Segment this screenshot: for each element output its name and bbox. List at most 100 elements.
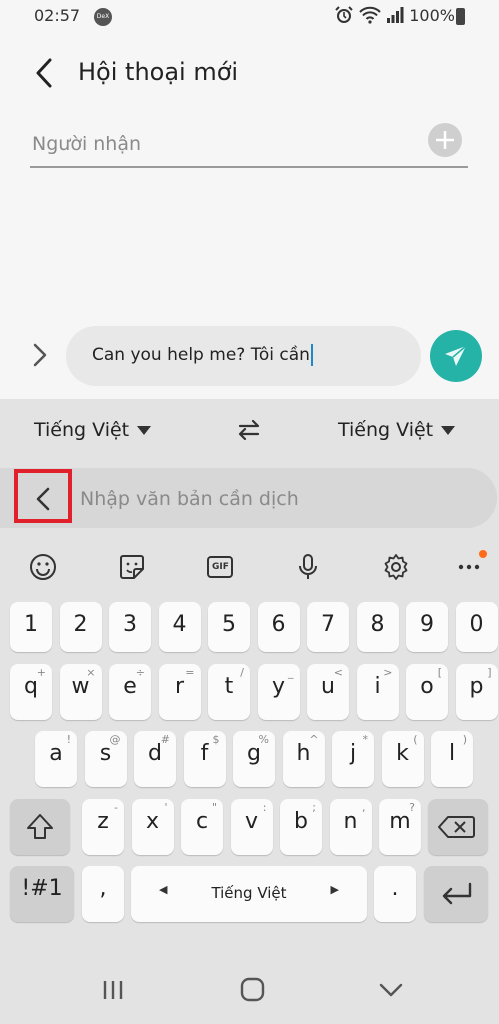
key-s[interactable]: s @ <box>84 731 127 787</box>
key-a[interactable]: a! <box>35 731 77 787</box>
key-label: 8 <box>370 612 385 637</box>
key-hint: _ <box>288 666 294 679</box>
translate-input[interactable] <box>80 483 460 515</box>
key-i[interactable]: i > <box>356 664 399 720</box>
source-language-select[interactable]: Tiếng Việt <box>34 419 152 441</box>
battery-percent: 100% <box>409 6 455 25</box>
key-e[interactable]: e ÷ <box>109 664 151 720</box>
key-5[interactable]: 5 <box>208 602 250 652</box>
key-q[interactable]: q + <box>10 664 52 720</box>
key-3[interactable]: 3 <box>109 602 151 652</box>
sticker-icon[interactable] <box>116 551 148 583</box>
gif-label: GIF <box>212 562 229 572</box>
key-r[interactable]: r = <box>158 664 201 720</box>
comma-key[interactable]: , <box>82 866 124 922</box>
key-c[interactable]: c " <box>181 799 223 855</box>
key-hint: , <box>362 801 366 814</box>
message-text[interactable]: Can you help me? Tôi cần <box>92 344 313 366</box>
shift-key[interactable] <box>10 799 70 855</box>
recipient-input[interactable] <box>32 128 412 160</box>
key-o[interactable]: o[ <box>406 664 448 720</box>
key-label: 0 <box>469 612 484 637</box>
home-button[interactable] <box>238 976 268 1004</box>
symbols-key[interactable]: !#1 <box>10 866 74 922</box>
enter-key[interactable] <box>424 866 488 922</box>
key-hint: # <box>160 733 170 746</box>
key-f[interactable]: f $ <box>183 731 226 787</box>
message-value: Can you help me? Tôi cần <box>92 345 310 365</box>
key-hint: ' <box>164 801 168 814</box>
key-hint: " <box>211 801 217 814</box>
dex-icon: DeX <box>94 8 112 26</box>
key-0[interactable]: 0 <box>455 602 498 652</box>
back-button[interactable] <box>30 56 60 90</box>
target-language-label: Tiếng Việt <box>338 419 434 441</box>
backspace-icon <box>438 816 475 838</box>
key-7[interactable]: 7 <box>307 602 349 652</box>
nav-back-icon <box>379 983 403 997</box>
backspace-key[interactable] <box>428 799 488 855</box>
text-caret <box>310 344 313 366</box>
mic-icon[interactable] <box>292 551 324 583</box>
key-h[interactable]: h ^ <box>282 731 325 787</box>
key-w[interactable]: w × <box>59 664 102 720</box>
recent-apps-button[interactable] <box>98 976 128 1004</box>
dropdown-arrow-icon <box>137 426 152 435</box>
gif-icon[interactable]: GIF <box>204 551 236 583</box>
keyboard-toolbar: GIF <box>0 539 499 595</box>
send-button[interactable] <box>430 330 482 382</box>
target-language-select[interactable]: Tiếng Việt <box>338 419 456 441</box>
expand-options-button[interactable] <box>28 340 52 370</box>
recipient-field[interactable] <box>30 126 468 168</box>
key-hint: $ <box>212 733 220 746</box>
space-key[interactable]: ◀ Tiếng Việt ▶ <box>131 866 367 922</box>
key-j[interactable]: j * <box>332 731 374 787</box>
period-key[interactable]: . <box>374 866 416 922</box>
key-label: 7 <box>321 612 335 637</box>
settings-icon[interactable] <box>380 551 412 583</box>
key-m[interactable]: m? <box>379 799 421 855</box>
key-label: 6 <box>271 612 286 637</box>
key-4[interactable]: 4 <box>158 602 201 652</box>
key-z[interactable]: z- <box>82 799 124 855</box>
swap-languages-button[interactable] <box>236 417 262 443</box>
key-label: , <box>99 876 107 901</box>
recent-apps-icon <box>103 981 123 999</box>
key-hint: ^ <box>309 733 319 746</box>
key-n[interactable]: n, <box>329 799 372 855</box>
key-hint: [ <box>437 666 442 679</box>
key-9[interactable]: 9 <box>406 602 448 652</box>
key-d[interactable]: d # <box>134 731 176 787</box>
wifi-icon <box>359 6 381 24</box>
key-x[interactable]: x ' <box>131 799 174 855</box>
key-hint: @ <box>109 733 121 746</box>
key-p[interactable]: p] <box>455 664 498 720</box>
swap-icon <box>238 419 260 441</box>
add-recipient-button[interactable] <box>428 123 462 157</box>
key-u[interactable]: u < <box>307 664 349 720</box>
shift-icon <box>27 814 53 839</box>
chevron-left-icon <box>36 487 50 511</box>
key-2[interactable]: 2 <box>59 602 102 652</box>
key-8[interactable]: 8 <box>356 602 399 652</box>
key-hint: : <box>262 801 267 814</box>
key-g[interactable]: g% <box>233 731 275 787</box>
emoji-icon[interactable] <box>27 551 59 583</box>
key-hint: + <box>36 666 46 679</box>
key-1[interactable]: 1 <box>10 602 52 652</box>
key-hint: = <box>185 666 195 679</box>
key-label: !#1 <box>21 876 63 901</box>
key-6[interactable]: 6 <box>257 602 300 652</box>
key-b[interactable]: b; <box>280 799 322 855</box>
translate-close-button[interactable] <box>32 485 56 513</box>
key-k[interactable]: k( <box>381 731 424 787</box>
key-hint: ? <box>409 801 415 814</box>
key-l[interactable]: l) <box>431 731 473 787</box>
message-input[interactable]: Can you help me? Tôi cần <box>66 326 421 386</box>
page-title: Hội thoại mới <box>78 58 239 86</box>
key-hint: ) <box>462 733 467 746</box>
key-y[interactable]: y _ <box>257 664 300 720</box>
nav-back-button[interactable] <box>376 976 406 1004</box>
key-t[interactable]: t / <box>208 664 250 720</box>
key-v[interactable]: v: <box>230 799 273 855</box>
